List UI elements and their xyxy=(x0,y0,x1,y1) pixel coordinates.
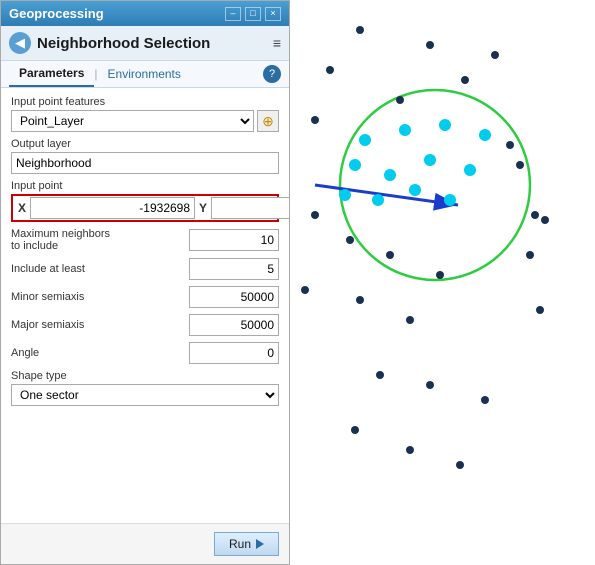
input-point-group: Input point X Y xyxy=(11,180,279,222)
xy-row: X Y xyxy=(11,194,279,222)
input-point-features-select[interactable]: Point_Layer xyxy=(11,110,254,132)
output-layer-group: Output layer xyxy=(11,138,279,174)
input-point-features-input-wrapper: Point_Layer xyxy=(11,110,254,132)
minimize-button[interactable]: – xyxy=(225,7,241,21)
input-point-features-label: Input point features xyxy=(11,96,279,108)
restore-button[interactable]: □ xyxy=(245,7,261,21)
run-label: Run xyxy=(229,537,251,551)
tabs-bar: Parameters | Environments ? xyxy=(1,61,289,88)
add-layer-button[interactable]: ⊕ xyxy=(257,110,279,132)
y-label: Y xyxy=(195,201,211,215)
minor-semiaxis-label: Minor semiaxis xyxy=(11,291,189,303)
angle-row: Angle xyxy=(11,342,279,364)
minor-semiaxis-input[interactable] xyxy=(189,286,279,308)
max-neighbors-label: Maximum neighborsto include xyxy=(11,228,189,252)
tab-parameters[interactable]: Parameters xyxy=(9,61,94,87)
input-point-features-group: Input point features Point_Layer ⊕ xyxy=(11,96,279,132)
input-point-features-row: Point_Layer ⊕ xyxy=(11,110,279,132)
panel-body: Input point features Point_Layer ⊕ Outpu… xyxy=(1,88,289,523)
y-input[interactable] xyxy=(211,197,289,219)
major-semiaxis-input[interactable] xyxy=(189,314,279,336)
run-arrow-icon xyxy=(256,539,264,549)
shape-type-group: Shape type One sector Four sectors Circl… xyxy=(11,370,279,406)
minor-semiaxis-row: Minor semiaxis xyxy=(11,286,279,308)
max-neighbors-input[interactable] xyxy=(189,229,279,251)
geoprocessing-panel: Geoprocessing – □ × ◀ Neighborhood Selec… xyxy=(0,0,290,565)
run-button[interactable]: Run xyxy=(214,532,279,556)
map-area xyxy=(290,0,595,565)
minor-semiaxis-group: Minor semiaxis xyxy=(11,286,279,308)
include-at-least-label: Include at least xyxy=(11,263,189,275)
max-neighbors-row: Maximum neighborsto include xyxy=(11,228,279,252)
titlebar: Geoprocessing – □ × xyxy=(1,1,289,26)
window-title: Geoprocessing xyxy=(9,6,104,21)
output-layer-label: Output layer xyxy=(11,138,279,150)
angle-label: Angle xyxy=(11,347,189,359)
input-point-label: Input point xyxy=(11,180,279,192)
tab-environments[interactable]: Environments xyxy=(98,62,191,86)
major-semiaxis-row: Major semiaxis xyxy=(11,314,279,336)
x-label: X xyxy=(14,201,30,215)
back-button[interactable]: ◀ xyxy=(9,32,31,54)
angle-input[interactable] xyxy=(189,342,279,364)
titlebar-controls: – □ × xyxy=(225,7,281,21)
major-semiaxis-group: Major semiaxis xyxy=(11,314,279,336)
include-at-least-input[interactable] xyxy=(189,258,279,280)
shape-type-label: Shape type xyxy=(11,370,279,382)
help-icon[interactable]: ? xyxy=(263,65,281,83)
x-input[interactable] xyxy=(30,197,195,219)
include-at-least-group: Include at least xyxy=(11,258,279,280)
include-at-least-row: Include at least xyxy=(11,258,279,280)
output-layer-input[interactable] xyxy=(11,152,279,174)
angle-group: Angle xyxy=(11,342,279,364)
menu-icon[interactable]: ≡ xyxy=(273,35,281,51)
shape-type-select[interactable]: One sector Four sectors Circle xyxy=(11,384,279,406)
panel-footer: Run xyxy=(1,523,289,564)
close-button[interactable]: × xyxy=(265,7,281,21)
panel-header: ◀ Neighborhood Selection ≡ xyxy=(1,26,289,61)
panel-title: Neighborhood Selection xyxy=(37,35,210,52)
major-semiaxis-label: Major semiaxis xyxy=(11,319,189,331)
map-svg xyxy=(290,0,595,565)
max-neighbors-group: Maximum neighborsto include xyxy=(11,228,279,252)
